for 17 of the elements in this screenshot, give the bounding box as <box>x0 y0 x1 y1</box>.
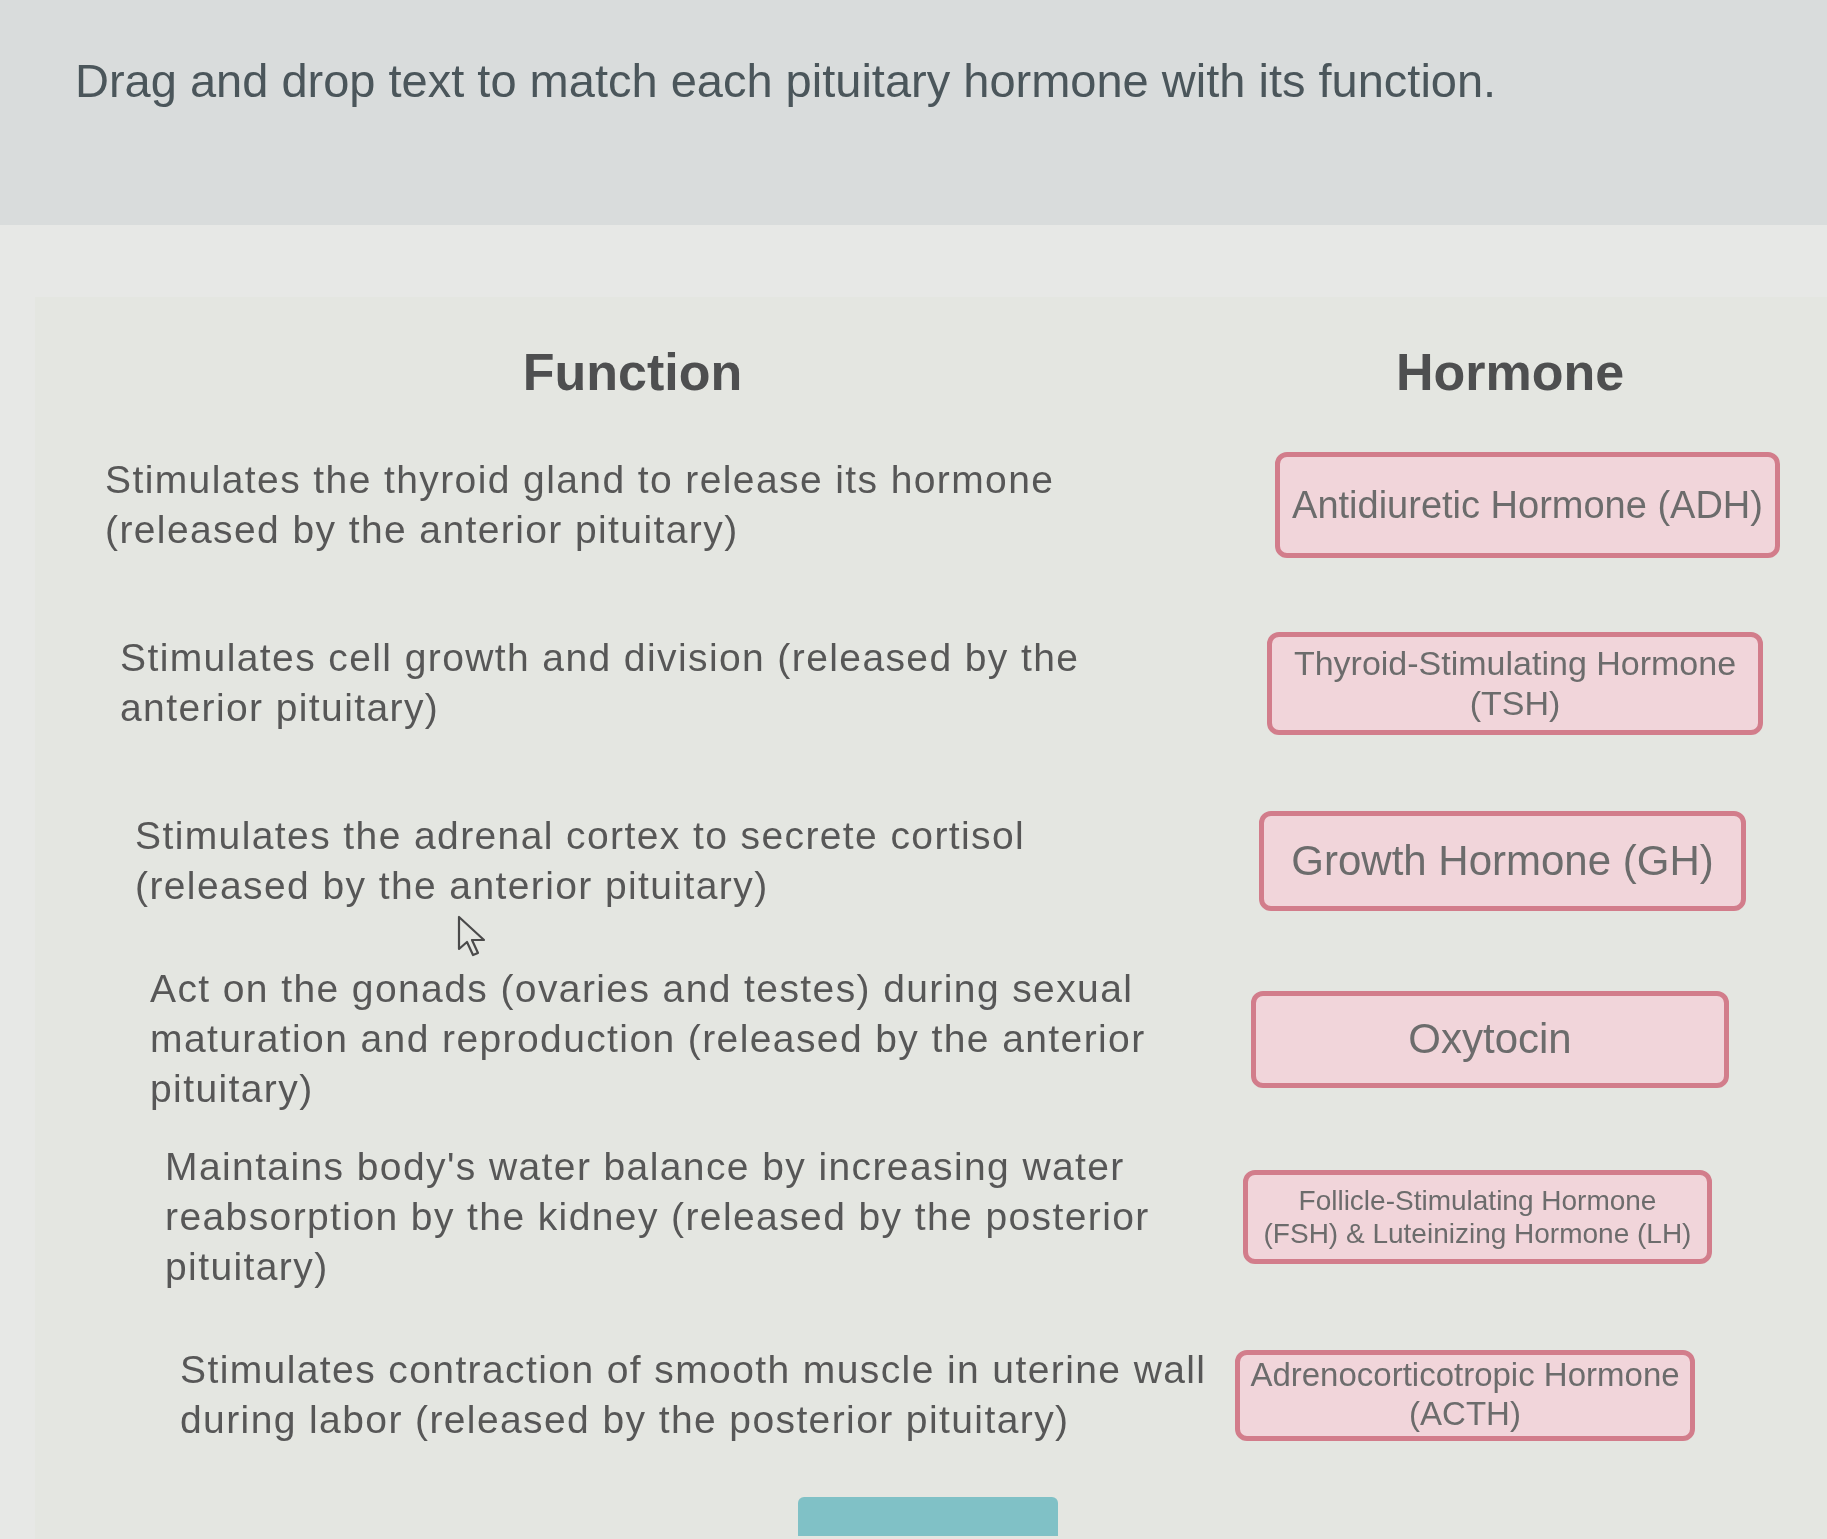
function-description: Stimulates the adrenal cortex to secrete cortisol (released by the anterior pituitary) <box>135 813 1026 909</box>
hormone-card[interactable]: Growth Hormone (GH) <box>1259 811 1746 911</box>
column-heading: Function <box>522 342 743 402</box>
function-description: Stimulates contraction of smooth muscle in uterine wall during labor (released by the posterior pituitary) <box>180 1347 1207 1443</box>
hormone-card[interactable]: Thyroid-Stimulating Hormone (TSH) <box>1267 631 1763 735</box>
function-description: Act on the gonads (ovaries and testes) during sexual maturation and reproduction (released by the anterior pituitary) <box>150 966 1146 1112</box>
hormone-card[interactable]: Oxytocin <box>1251 990 1729 1088</box>
function-description: Maintains body's water balance by increasing water reabsorption by the kidney (released by the posterior pituitary) <box>165 1144 1150 1290</box>
function-description: Stimulates cell growth and division (released by the anterior pituitary) <box>120 635 1080 731</box>
function-description: Stimulates the thyroid gland to release its hormone (released by the anterior pituitary) <box>105 457 1055 553</box>
hormone-card[interactable]: Antidiuretic Hormone (ADH) <box>1275 452 1780 558</box>
instruction-text: Drag and drop text to match each pituitary hormone with its function. <box>75 53 1497 109</box>
action-button[interactable] <box>798 1497 1058 1536</box>
hormone-card[interactable]: Adrenocorticotropic Hormone (ACTH) <box>1235 1349 1695 1441</box>
mouse-pointer-icon <box>457 915 487 957</box>
hormone-card[interactable]: Follicle-Stimulating Hormone (FSH) & Luteinizing Hormone (LH) <box>1243 1170 1712 1264</box>
column-heading: Hormone <box>1395 342 1625 402</box>
